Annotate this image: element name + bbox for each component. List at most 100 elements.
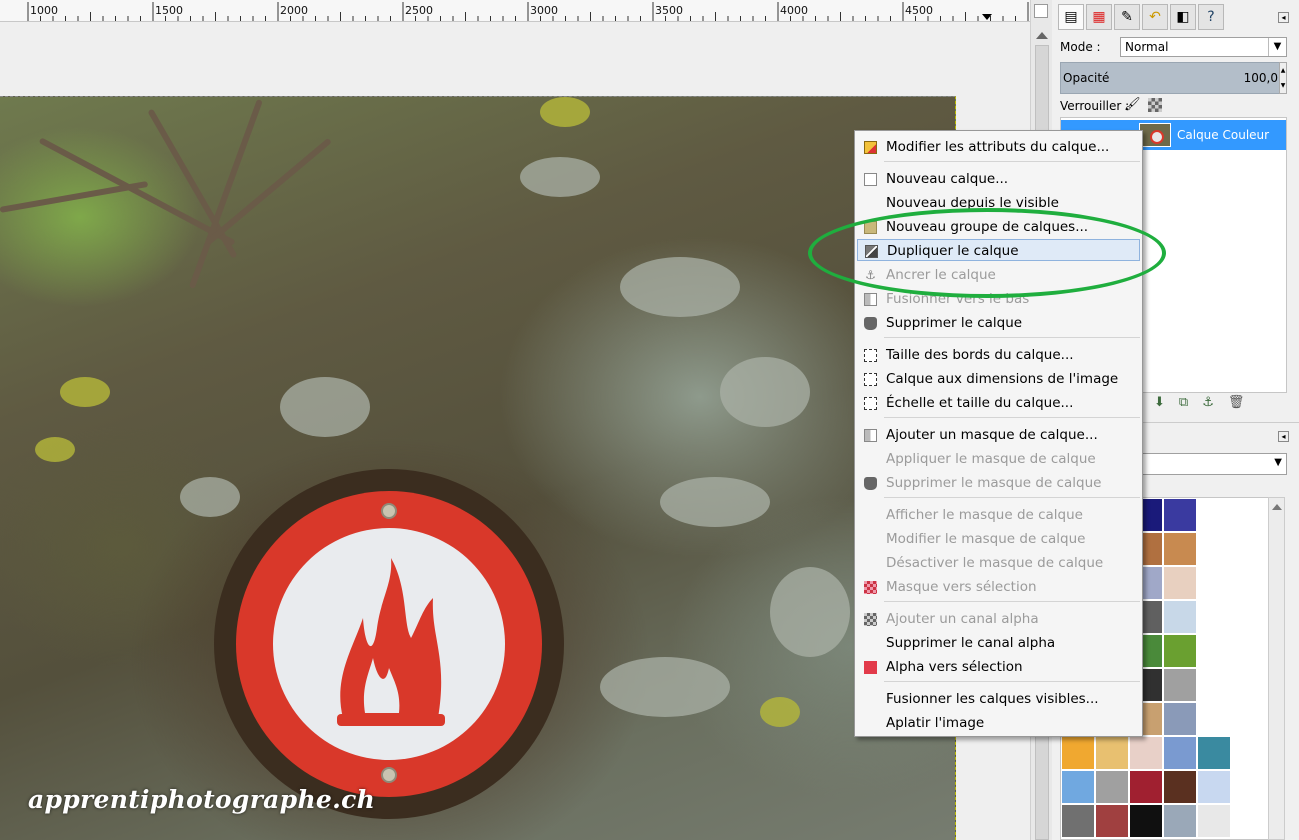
lock-alpha-checker-icon[interactable] — [1148, 98, 1162, 112]
mode-dropdown[interactable]: Normal ▼ — [1120, 37, 1287, 57]
sign-bolt — [381, 767, 397, 783]
pattern-swatch[interactable] — [1163, 804, 1197, 838]
pattern-swatch[interactable] — [1163, 668, 1197, 702]
menu-item-label: Modifier les attributs du calque... — [886, 139, 1110, 155]
undo-history-tab-icon[interactable]: ↶ — [1142, 4, 1168, 30]
merge-down-icon — [864, 293, 877, 306]
pattern-swatch[interactable] — [1061, 736, 1095, 770]
pattern-swatch[interactable] — [1197, 702, 1231, 736]
pattern-swatch[interactable] — [1231, 702, 1265, 736]
patterns-scrollbar[interactable] — [1268, 497, 1285, 840]
menu-item-supprimer-le-masque-de-calque: Supprimer le masque de calque — [857, 472, 1140, 494]
pattern-swatch[interactable] — [1197, 804, 1231, 838]
dock-menu-icon[interactable]: ◂ — [1278, 431, 1289, 442]
opacity-slider[interactable]: Opacité 100,0 ▲ ▼ — [1060, 62, 1287, 94]
pattern-swatch[interactable] — [1197, 532, 1231, 566]
help-tab-icon[interactable]: ? — [1198, 4, 1224, 30]
pattern-swatch[interactable] — [1061, 804, 1095, 838]
pattern-swatch[interactable] — [1163, 566, 1197, 600]
pattern-swatch[interactable] — [1163, 498, 1197, 532]
delete-layer-icon[interactable]: 🗑 — [1228, 395, 1245, 410]
pattern-swatch[interactable] — [1163, 634, 1197, 668]
menu-item-échelle-et-taille-du-calque[interactable]: Échelle et taille du calque... — [857, 392, 1140, 414]
watermark: apprentiphotographe.ch — [28, 785, 376, 814]
opacity-value: 100,0 — [1243, 71, 1278, 85]
menu-item-label: Aplatir l'image — [886, 715, 985, 731]
pattern-swatch[interactable] — [1163, 600, 1197, 634]
pattern-swatch[interactable] — [1231, 668, 1265, 702]
pattern-swatch[interactable] — [1129, 804, 1163, 838]
menu-item-masque-vers-sélection: Masque vers sélection — [857, 576, 1140, 598]
pattern-swatch[interactable] — [1231, 498, 1265, 532]
channels-tab-icon[interactable]: ▦ — [1086, 4, 1112, 30]
annotation-ellipse — [808, 208, 1166, 298]
ruler-label: 1000 — [30, 4, 58, 17]
pattern-swatch[interactable] — [1061, 770, 1095, 804]
menu-item-label: Alpha vers sélection — [886, 659, 1023, 675]
pattern-swatch[interactable] — [1231, 736, 1265, 770]
menu-item-label: Supprimer le masque de calque — [886, 475, 1102, 491]
chevron-down-icon[interactable]: ▼ — [1274, 457, 1282, 468]
pattern-swatch[interactable] — [1197, 770, 1231, 804]
menu-item-ajouter-un-masque-de-calque[interactable]: Ajouter un masque de calque... — [857, 424, 1140, 446]
sign-bolt — [381, 503, 397, 519]
fire-prohibition-sign — [236, 491, 542, 797]
pattern-swatch[interactable] — [1197, 566, 1231, 600]
chevron-down-icon[interactable]: ▼ — [1268, 38, 1286, 56]
pattern-swatch[interactable] — [1095, 804, 1129, 838]
scroll-up-icon[interactable] — [1036, 32, 1048, 39]
pattern-swatch[interactable] — [1197, 600, 1231, 634]
menu-item-fusionner-les-calques-visibles[interactable]: Fusionner les calques visibles... — [857, 688, 1140, 710]
alpha-to-selection-icon — [864, 661, 877, 674]
pattern-swatch[interactable] — [1129, 770, 1163, 804]
horizontal-ruler[interactable]: 1000 1500 2000 2500 3000 3500 4000 4500 — [0, 0, 1030, 22]
layers-tab-icon[interactable]: ▤ — [1058, 4, 1084, 30]
menu-item-label: Échelle et taille du calque... — [886, 395, 1074, 411]
pattern-swatch[interactable] — [1231, 532, 1265, 566]
pattern-swatch[interactable] — [1163, 736, 1197, 770]
menu-separator — [884, 417, 1140, 418]
menu-item-modifier-les-attributs-du-calque[interactable]: Modifier les attributs du calque... — [857, 136, 1140, 158]
paths-tab-icon[interactable]: ✎ — [1114, 4, 1140, 30]
add-mask-icon — [864, 429, 877, 442]
lock-label: Verrouiller : — [1060, 99, 1130, 113]
opacity-spinner-icon[interactable]: ▲ ▼ — [1279, 62, 1287, 94]
pattern-swatch[interactable] — [1129, 736, 1163, 770]
pattern-swatch[interactable] — [1163, 702, 1197, 736]
pattern-swatch[interactable] — [1231, 634, 1265, 668]
pattern-swatch[interactable] — [1231, 566, 1265, 600]
pattern-swatch[interactable] — [1231, 600, 1265, 634]
pattern-swatch[interactable] — [1231, 770, 1265, 804]
gradient-tab-icon[interactable]: ◧ — [1170, 4, 1196, 30]
pattern-swatch[interactable] — [1095, 770, 1129, 804]
pattern-swatch[interactable] — [1163, 532, 1197, 566]
patterns-view-dropdown[interactable]: ▼ — [1137, 453, 1287, 475]
menu-item-label: Supprimer le calque — [886, 315, 1023, 331]
scroll-up-icon[interactable] — [1272, 504, 1282, 510]
dock-menu-icon[interactable]: ◂ — [1278, 12, 1289, 23]
duplicate-layer-icon[interactable]: ⧉ — [1179, 395, 1188, 410]
menu-item-supprimer-le-canal-alpha[interactable]: Supprimer le canal alpha — [857, 632, 1140, 654]
menu-item-afficher-le-masque-de-calque: Afficher le masque de calque — [857, 504, 1140, 526]
menu-item-taille-des-bords-du-calque[interactable]: Taille des bords du calque... — [857, 344, 1140, 366]
menu-item-calque-aux-dimensions-de-l-image[interactable]: Calque aux dimensions de l'image — [857, 368, 1140, 390]
menu-item-supprimer-le-calque[interactable]: Supprimer le calque — [857, 312, 1140, 334]
menu-item-nouveau-calque[interactable]: Nouveau calque... — [857, 168, 1140, 190]
menu-item-alpha-vers-sélection[interactable]: Alpha vers sélection — [857, 656, 1140, 678]
pattern-swatch[interactable] — [1163, 770, 1197, 804]
pattern-swatch[interactable] — [1197, 736, 1231, 770]
lock-pixels-brush-icon[interactable]: 🖌 — [1124, 97, 1141, 112]
trash-icon — [864, 317, 877, 330]
pattern-swatch[interactable] — [1231, 804, 1265, 838]
menu-separator — [884, 681, 1140, 682]
menu-separator — [884, 601, 1140, 602]
navigate-icon[interactable] — [1034, 4, 1048, 18]
anchor-layer-icon[interactable]: ⚓ — [1202, 395, 1214, 410]
pattern-swatch[interactable] — [1197, 498, 1231, 532]
pattern-swatch[interactable] — [1095, 736, 1129, 770]
lower-layer-icon[interactable]: ⬇ — [1154, 395, 1165, 410]
menu-item-aplatir-l-image[interactable]: Aplatir l'image — [857, 712, 1140, 734]
pattern-swatch[interactable] — [1197, 634, 1231, 668]
layer-boundary-icon — [864, 349, 877, 362]
pattern-swatch[interactable] — [1197, 668, 1231, 702]
